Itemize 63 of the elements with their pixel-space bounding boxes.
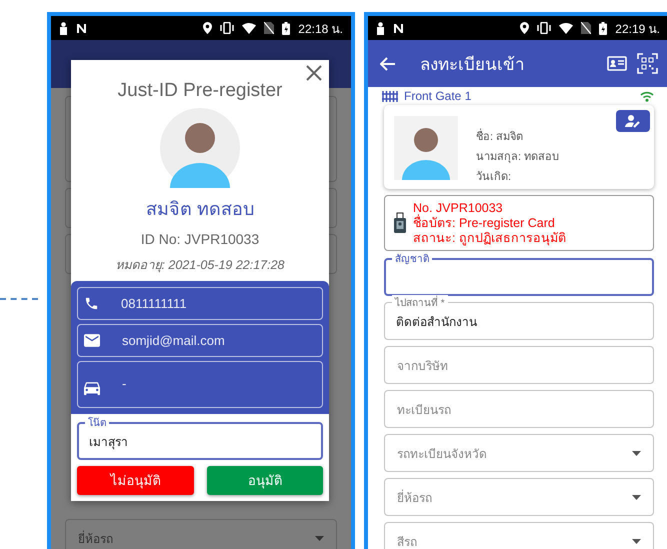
id-number: ID No: JVPR10033 [140, 231, 260, 247]
card-text: No. JVPR10033 [413, 200, 504, 214]
figure-icon [59, 22, 68, 34]
id-card-icon [607, 56, 627, 71]
input-field[interactable]: โน๊ต เมาสุรา [77, 415, 323, 460]
screen-title: ลงทะเบียนเข้า [420, 54, 526, 76]
n-logo-icon [393, 22, 404, 34]
input-field[interactable]: ทะเบียนรถ [384, 390, 654, 428]
close-icon [305, 64, 323, 82]
contact-field[interactable]: 0811111111 [77, 287, 323, 320]
qr-scan-icon [637, 53, 658, 74]
card-text: สถานะ: ถูกปฏิเสธการอนุมัติ [413, 230, 566, 246]
no-sim-icon [264, 22, 274, 34]
battery-icon [599, 22, 608, 34]
dialog-title: Just-ID Pre-register [118, 80, 282, 102]
battery-icon [282, 22, 290, 34]
contact-field[interactable]: - [77, 361, 323, 408]
dropdown-caret-icon [632, 494, 641, 500]
back-button[interactable] [380, 56, 396, 70]
dropdown-field[interactable]: ยี่ห้อรถ [65, 519, 337, 549]
reject-button[interactable]: ไม่อนุมัติ [77, 466, 194, 495]
wifi-signal-icon [640, 90, 654, 102]
back-arrow-icon [380, 56, 396, 70]
fence-icon [382, 90, 398, 102]
no-sim-icon [581, 22, 592, 34]
location-pin-icon [203, 22, 212, 34]
location-pin-icon [520, 22, 530, 34]
person-edit-icon [625, 114, 641, 128]
close-button[interactable] [305, 64, 323, 82]
dropdown-field[interactable]: รถทะเบียนจังหวัด [384, 434, 654, 472]
gate-name: Front Gate 1 [404, 89, 472, 103]
envelope-icon [84, 334, 100, 347]
car-icon [84, 382, 100, 397]
profile-text: นามสกุล: ทดสอบ [476, 150, 560, 165]
dropdown-caret-icon [632, 450, 641, 456]
input-field[interactable]: จากบริษัท [384, 346, 654, 384]
vibrate-icon [220, 22, 234, 34]
dropdown-caret-icon [315, 536, 324, 540]
wifi-icon [242, 22, 256, 34]
figure-icon [376, 22, 385, 34]
person-name: สมจิต ทดสอบ [146, 198, 254, 221]
phone-icon [84, 296, 99, 311]
id-badge-icon [393, 212, 407, 234]
contact-field[interactable]: somjid@mail.com [77, 324, 323, 357]
card-text: ชื่อบัตร: Pre-register Card [413, 216, 556, 230]
input-field[interactable]: ไปสถานที่ * ติดต่อสำนักงาน [384, 295, 654, 340]
input-field[interactable]: สัญชาติ [384, 251, 654, 296]
n-logo-icon [76, 22, 87, 34]
wifi-icon [559, 22, 574, 34]
qr-scan-button[interactable] [637, 53, 658, 74]
profile-text: วันเกิด: [476, 170, 512, 185]
dropdown-field[interactable]: ยี่ห้อรถ [384, 478, 654, 516]
approve-button[interactable]: อนุมัติ [206, 466, 323, 495]
status-time: 22:19 น. [615, 20, 660, 38]
status-time: 22:18 น. [298, 20, 343, 38]
connector-line [0, 298, 38, 300]
edit-person-button[interactable] [616, 110, 650, 132]
vibrate-icon [537, 22, 552, 34]
dropdown-caret-icon [632, 538, 641, 544]
id-card-button[interactable] [607, 56, 627, 71]
expiry-time: หมดอายุ: 2021-05-19 22:17:28 [115, 257, 285, 274]
profile-text: ชื่อ: สมจิต [476, 127, 560, 145]
dropdown-field[interactable]: สีรถ [384, 522, 654, 549]
